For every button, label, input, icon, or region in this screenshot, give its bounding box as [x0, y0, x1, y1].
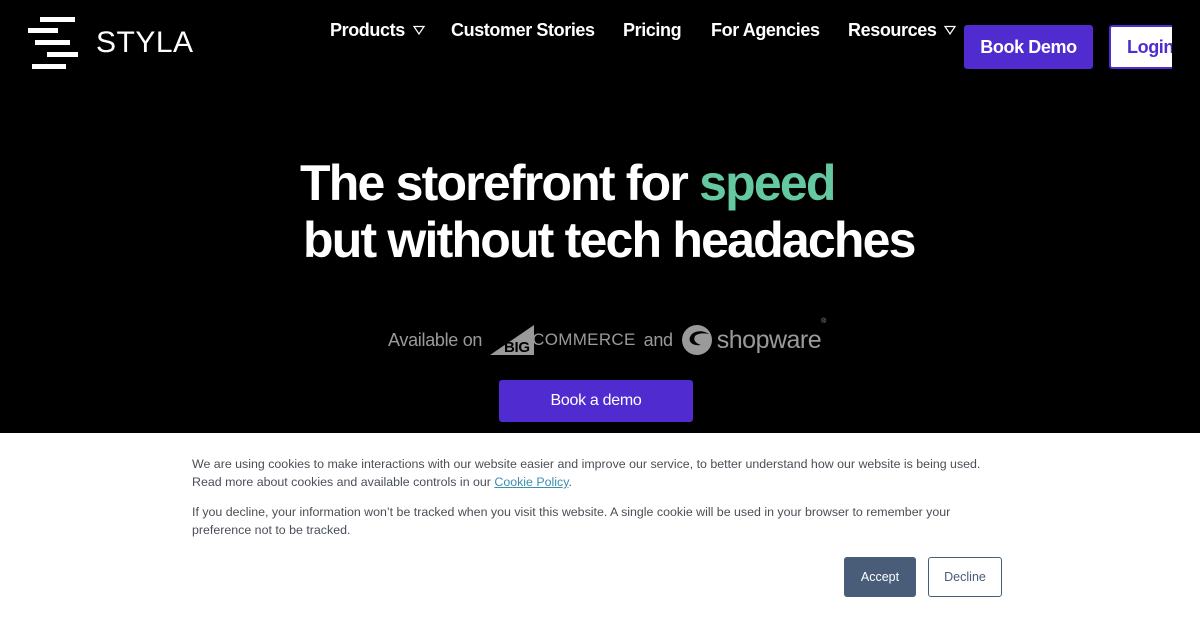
nav-pricing-label: Pricing: [623, 19, 682, 40]
bigcommerce-wordmark: COMMERCE: [532, 330, 636, 349]
site-header: STYLA Products Customer Stories Pricing …: [0, 0, 1200, 90]
nav-customer-stories[interactable]: Customer Stories: [451, 20, 595, 41]
hero-line-1-text: The storefront for: [300, 155, 700, 211]
cookie-notice-text: We are using cookies to make interaction…: [192, 455, 1012, 491]
nav-customer-stories-label: Customer Stories: [451, 19, 595, 40]
shopware-wordmark-text: shopware: [716, 325, 822, 354]
cookie-policy-link[interactable]: Cookie Policy: [494, 475, 568, 489]
book-demo-button[interactable]: Book Demo: [964, 25, 1093, 69]
brand-name: STYLA: [96, 26, 194, 59]
nav-pricing[interactable]: Pricing: [623, 19, 682, 41]
stacked-bars-icon: [27, 16, 79, 70]
bigcommerce-mark: BIG: [504, 339, 530, 355]
and-label: and: [643, 329, 673, 350]
shopware-wordmark: shopware®: [716, 318, 827, 355]
cookie-notice-end: .: [568, 475, 572, 489]
shopware-icon: [681, 325, 712, 355]
cookie-banner: We are using cookies to make interaction…: [0, 433, 1200, 623]
bigcommerce-triangle-icon: BIG: [490, 325, 535, 355]
caret-down-icon: [944, 25, 957, 35]
nav-products[interactable]: Products: [330, 20, 425, 41]
nav-resources[interactable]: Resources: [848, 19, 957, 41]
hero-line-1: The storefront for speed: [300, 155, 836, 212]
login-button-container: Login: [1109, 25, 1172, 69]
hero-book-demo-button[interactable]: Book a demo: [499, 380, 693, 422]
shopware-logo: shopware®: [681, 318, 827, 356]
caret-down-icon: [412, 25, 425, 35]
hero-line-2: but without tech headaches: [303, 212, 916, 268]
nav-products-label: Products: [330, 19, 405, 40]
available-on-platforms: Available on BIG COMMERCE and shopware®: [388, 318, 827, 360]
nav-for-agencies-label: For Agencies: [711, 19, 820, 40]
cookie-decline-info: If you decline, your information won’t b…: [192, 505, 951, 537]
hero-accent-word: speed: [699, 155, 836, 211]
accept-cookies-button[interactable]: Accept: [844, 557, 916, 597]
decline-cookies-button[interactable]: Decline: [928, 557, 1002, 597]
login-button[interactable]: Login: [1109, 25, 1172, 69]
styla-logo[interactable]: STYLA: [27, 16, 193, 70]
bigcommerce-logo: BIG COMMERCE: [490, 325, 635, 355]
available-on-label: Available on: [388, 329, 483, 350]
nav-for-agencies[interactable]: For Agencies: [711, 20, 820, 41]
nav-resources-label: Resources: [848, 19, 937, 40]
cookie-notice-body: We are using cookies to make interaction…: [192, 457, 981, 489]
registered-mark: ®: [821, 317, 826, 325]
